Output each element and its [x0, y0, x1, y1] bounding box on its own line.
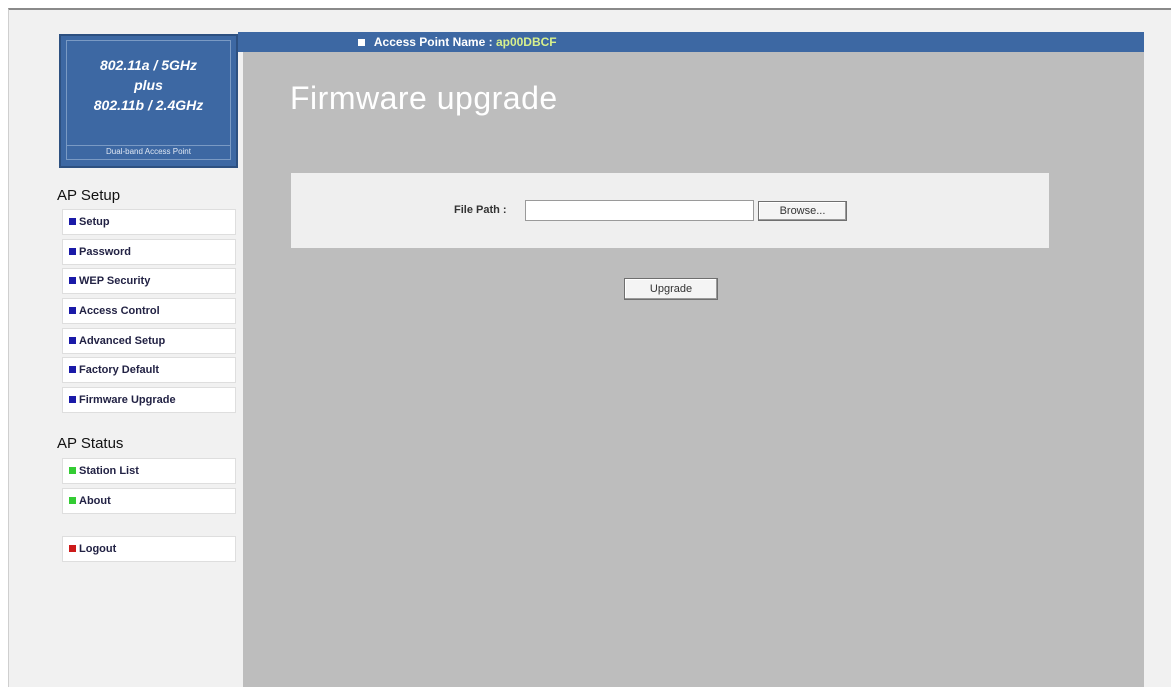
sidebar-item-label: Firmware Upgrade	[79, 394, 176, 406]
red-square-icon	[69, 544, 76, 552]
main-content-area	[243, 52, 1144, 687]
blue-square-icon	[69, 276, 76, 284]
sidebar-item-wep-security[interactable]: WEP Security	[62, 268, 236, 294]
sidebar-item-factory-default[interactable]: Factory Default	[62, 357, 236, 383]
header-square-icon	[358, 39, 365, 47]
sidebar-item-label: Station List	[79, 465, 139, 477]
blue-square-icon	[69, 365, 76, 373]
sidebar-item-setup[interactable]: Setup	[62, 209, 236, 235]
sidebar-item-firmware-upgrade[interactable]: Firmware Upgrade	[62, 387, 236, 413]
sidebar-item-label: Logout	[79, 543, 117, 555]
ap-setup-heading: AP Setup	[57, 187, 121, 204]
sidebar-item-logout[interactable]: Logout	[62, 536, 236, 562]
sidebar-item-station-list[interactable]: Station List	[62, 458, 236, 484]
ap-name-value: ap00DBCF	[495, 35, 557, 49]
sidebar-item-label: Advanced Setup	[79, 335, 166, 347]
sidebar-item-about[interactable]: About	[62, 488, 236, 514]
blue-square-icon	[69, 336, 76, 344]
green-square-icon	[69, 496, 76, 504]
blue-square-icon	[69, 247, 76, 255]
product-logo: 802.11a / 5GHz plus 802.11b / 2.4GHz Dua…	[59, 34, 238, 168]
sidebar-item-password[interactable]: Password	[62, 239, 236, 265]
sidebar-item-label: About	[79, 495, 111, 507]
logo-line-1: 802.11a / 5GHz	[99, 57, 198, 73]
sidebar-item-label: Access Control	[79, 305, 160, 317]
sidebar-item-label: WEP Security	[79, 275, 151, 287]
logo-line-3: 802.11b / 2.4GHz	[93, 97, 204, 113]
blue-square-icon	[69, 217, 76, 225]
sidebar-item-label: Factory Default	[79, 364, 160, 376]
upgrade-button[interactable]: Upgrade	[624, 278, 718, 300]
sidebar-item-label: Setup	[79, 216, 110, 228]
page-title: Firmware upgrade	[290, 80, 558, 116]
blue-square-icon	[69, 395, 76, 403]
file-path-label: File Path :	[454, 204, 507, 216]
ap-name-label: Access Point Name :	[373, 35, 493, 49]
sidebar-item-advanced-setup[interactable]: Advanced Setup	[62, 328, 236, 354]
logo-subtitle: Dual-band Access Point	[106, 147, 191, 156]
sidebar-item-label: Password	[79, 246, 131, 258]
logo-divider	[67, 145, 230, 146]
blue-square-icon	[69, 306, 76, 314]
browse-button[interactable]: Browse...	[758, 201, 847, 221]
logo-line-2: plus	[134, 77, 163, 93]
ap-status-heading: AP Status	[57, 435, 124, 452]
header-bar: Access Point Name : ap00DBCF	[238, 32, 1144, 52]
green-square-icon	[69, 466, 76, 474]
file-path-input[interactable]	[525, 200, 754, 221]
logo-inner-box: 802.11a / 5GHz plus 802.11b / 2.4GHz Dua…	[66, 40, 231, 160]
sidebar-item-access-control[interactable]: Access Control	[62, 298, 236, 324]
